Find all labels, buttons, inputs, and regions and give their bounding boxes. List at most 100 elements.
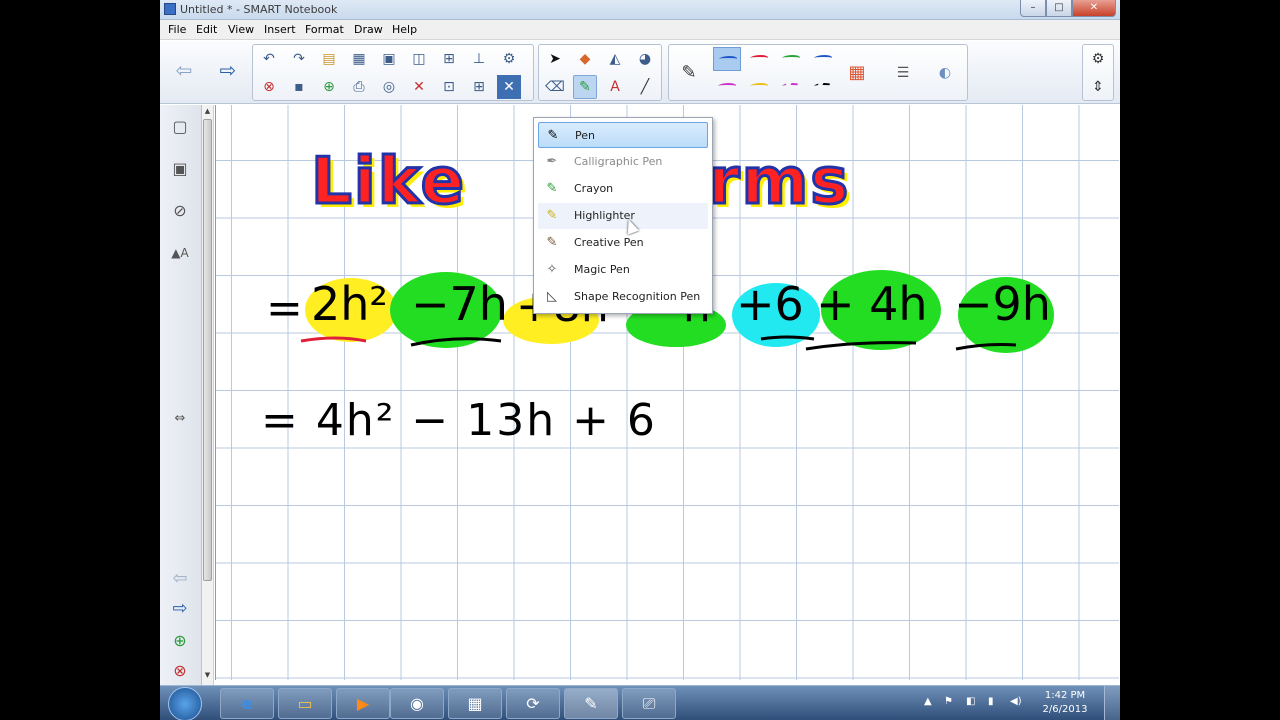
file-explorer-icon[interactable]: ▭ <box>278 688 332 719</box>
undo-icon[interactable]: ↶ <box>257 47 281 71</box>
scroll-down-arrow[interactable]: ▼ <box>203 671 212 679</box>
volume-icon[interactable]: ◀) <box>1010 696 1022 707</box>
crayon-icon: ✎ <box>546 181 558 196</box>
attachments-icon[interactable]: ⊘ <box>164 195 196 227</box>
pen-menu-item-calligraphic-pen[interactable]: ✒ Calligraphic Pen <box>538 149 708 175</box>
pen-menu-item-creative-pen[interactable]: ✎ Creative Pen <box>538 230 708 256</box>
menu-edit[interactable]: Edit <box>196 23 217 36</box>
tray-expand-icon[interactable]: ▲ <box>924 696 932 707</box>
line-icon[interactable]: ╱ <box>633 75 657 99</box>
pen-menu-item-magic-pen[interactable]: ✧ Magic Pen <box>538 257 708 283</box>
pen-color-swatch[interactable] <box>809 47 837 71</box>
gallery-icon[interactable]: ▣ <box>164 153 196 185</box>
app-icon[interactable] <box>164 3 176 15</box>
show-desktop-button[interactable] <box>1104 686 1120 720</box>
eraser-top-icon[interactable]: ◭ <box>603 47 627 71</box>
pen-color-swatch[interactable] <box>777 75 805 99</box>
table-icon[interactable]: ⊞ <box>467 75 491 99</box>
pen-menu-item-highlighter[interactable]: ✎ Highlighter <box>538 203 708 229</box>
swatch-stroke <box>812 55 834 61</box>
minimize-button[interactable]: – <box>1020 0 1046 17</box>
fill-icon[interactable]: ◕ <box>633 47 657 71</box>
next-page-side-icon[interactable]: ⇨ <box>164 593 196 625</box>
pen-color-swatch[interactable] <box>745 75 773 99</box>
action-center-icon[interactable]: ⚑ <box>944 696 953 707</box>
taskbar: e ▭ ▶ ◉ ▦ ⟳ ✎ ⎚ ▲ ⚑ ◧ ▮ ◀) 1:42 PM 2/6/2… <box>160 685 1120 720</box>
document-camera-icon[interactable]: ⊥ <box>467 47 491 71</box>
close-tool-icon[interactable]: ✕ <box>497 75 521 99</box>
add-page-side-icon[interactable]: ⊕ <box>164 625 196 657</box>
close-button[interactable]: ✕ <box>1072 0 1116 17</box>
term-6: +6 <box>736 277 804 331</box>
creative-pen-icon: ✎ <box>546 235 558 250</box>
scroll-up-arrow[interactable]: ▲ <box>203 107 212 115</box>
pen-color-swatch[interactable] <box>777 47 805 71</box>
add-page-icon[interactable]: ⊕ <box>317 75 341 99</box>
select-arrow-icon[interactable]: ➤ <box>543 47 567 71</box>
screen-shade-icon[interactable]: ▣ <box>377 47 401 71</box>
term-2h2: 2h² <box>311 277 388 331</box>
menu-insert[interactable]: Insert <box>264 23 296 36</box>
delete-page-side-icon[interactable]: ⊗ <box>164 655 196 687</box>
delete-icon[interactable]: ✕ <box>407 75 431 99</box>
full-screen-icon[interactable]: ⊡ <box>437 75 461 99</box>
text-icon[interactable]: A <box>603 75 627 99</box>
maximize-button[interactable]: □ <box>1046 0 1072 17</box>
magic-pen-icon: ✧ <box>546 262 558 277</box>
pen-color-swatch[interactable] <box>713 75 741 99</box>
shapes-icon[interactable]: ◆ <box>573 47 597 71</box>
recorder-icon[interactable]: ⎚ <box>622 688 676 719</box>
line-style-icon[interactable]: ☰ <box>891 61 915 85</box>
vertical-scrollbar[interactable]: ▲ ▼ <box>202 105 214 685</box>
calculator-icon[interactable]: ▦ <box>448 688 502 719</box>
menu-help[interactable]: Help <box>392 23 417 36</box>
swatch-stroke <box>716 83 738 89</box>
swatch-stroke <box>748 83 770 89</box>
pen-menu-item-crayon[interactable]: ✎ Crayon <box>538 176 708 202</box>
properties-icon[interactable]: ▲A <box>164 237 196 269</box>
menu-draw[interactable]: Draw <box>354 23 383 36</box>
search-icon[interactable]: ◎ <box>377 75 401 99</box>
menu-view[interactable]: View <box>228 23 254 36</box>
prev-page-side-icon[interactable]: ⇦ <box>164 563 196 595</box>
move-toolbar-icon[interactable]: ⇕ <box>1086 75 1110 99</box>
print-icon[interactable]: ⎙ <box>347 75 371 99</box>
scroll-thumb[interactable] <box>203 119 212 581</box>
pen-menu-item-pen[interactable]: ✎ Pen <box>538 122 708 148</box>
eraser-icon[interactable]: ⌫ <box>543 75 567 99</box>
smart-notebook-task-icon[interactable]: ✎ <box>564 688 618 719</box>
gear-icon[interactable]: ⚙ <box>1086 47 1110 71</box>
pen-color-swatch[interactable] <box>713 47 741 71</box>
pen-color-swatch[interactable] <box>745 47 773 71</box>
menu-format[interactable]: Format <box>305 23 344 36</box>
internet-explorer-icon[interactable]: e <box>220 688 274 719</box>
sync-icon[interactable]: ⟳ <box>506 688 560 719</box>
color-palette-icon[interactable]: ▦ <box>845 61 869 85</box>
page-sorter-icon[interactable]: ▢ <box>164 111 196 143</box>
transparency-icon[interactable]: ◐ <box>933 61 957 85</box>
capture-icon[interactable]: ◫ <box>407 47 431 71</box>
open-icon[interactable]: ▤ <box>317 47 341 71</box>
paste-icon[interactable]: ▦ <box>347 47 371 71</box>
redo-icon[interactable]: ↷ <box>287 47 311 71</box>
clock[interactable]: 1:42 PM 2/6/2013 <box>1038 689 1092 717</box>
next-page-icon[interactable]: ⇨ <box>216 58 240 82</box>
delete-page-icon[interactable]: ⊗ <box>257 75 281 99</box>
pen-color-swatch[interactable] <box>809 75 837 99</box>
resize-panel-icon[interactable]: ⇔ <box>164 403 196 435</box>
pen-menu-item-shape-recognition-pen[interactable]: ◺ Shape Recognition Pen <box>538 284 708 310</box>
menu-file[interactable]: File <box>168 23 186 36</box>
previous-page-icon[interactable]: ⇦ <box>172 58 196 82</box>
settings-tools-icon[interactable]: ⚙ <box>497 47 521 71</box>
screen-capture-icon[interactable]: ⊞ <box>437 47 461 71</box>
swatch-stroke <box>780 83 802 89</box>
pen-type-icon[interactable]: ✎ <box>677 61 701 85</box>
save-icon[interactable]: ▪ <box>287 75 311 99</box>
drawing-tools-group: ➤ ◆ ◭ ◕ ⌫ ✎ A ╱ <box>538 44 662 101</box>
start-button[interactable] <box>168 687 202 720</box>
pens-icon[interactable]: ✎ <box>573 75 597 99</box>
chrome-icon[interactable]: ◉ <box>390 688 444 719</box>
tray-app-icon[interactable]: ◧ <box>966 696 975 707</box>
network-icon[interactable]: ▮ <box>988 696 994 707</box>
media-player-icon[interactable]: ▶ <box>336 688 390 719</box>
